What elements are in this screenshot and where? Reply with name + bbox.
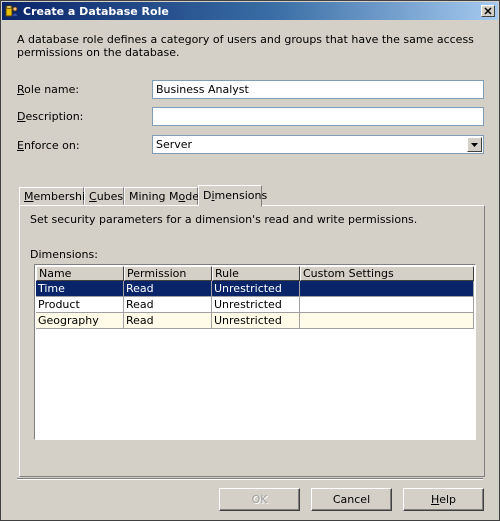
tab-mining-models[interactable]: Mining Models	[124, 187, 208, 205]
cell-custom-settings[interactable]	[300, 281, 474, 297]
database-role-icon	[5, 5, 19, 17]
table-row[interactable]: Time Read Unrestricted	[36, 281, 474, 297]
table-header: Name Permission Rule Custom Settings	[36, 266, 474, 281]
role-name-label: Role name:	[17, 83, 80, 96]
cell-custom-settings[interactable]	[300, 313, 474, 329]
description-input[interactable]	[152, 107, 484, 126]
window-title: Create a Database Role	[23, 4, 169, 18]
tab-membership[interactable]: Membership	[19, 187, 92, 205]
panel-description: Set security parameters for a dimension'…	[30, 213, 418, 226]
cell-custom-settings[interactable]	[300, 297, 474, 313]
cell-rule[interactable]: Unrestricted	[212, 297, 300, 313]
enforce-on-label: Enforce on:	[17, 139, 80, 152]
title-bar[interactable]: Create a Database Role	[2, 2, 498, 20]
enforce-on-value: Server	[156, 138, 193, 151]
tab-dimensions[interactable]: Dimensions	[198, 185, 267, 207]
cell-permission[interactable]: Read	[124, 281, 212, 297]
ok-button[interactable]: OK	[219, 488, 300, 511]
cell-permission[interactable]: Read	[124, 297, 212, 313]
button-separator	[17, 478, 483, 480]
enforce-on-select[interactable]: Server	[152, 135, 484, 154]
cell-name: Geography	[36, 313, 124, 329]
table-row[interactable]: Geography Read Unrestricted	[36, 313, 474, 329]
column-header-name[interactable]: Name	[36, 266, 124, 281]
close-icon[interactable]	[481, 5, 495, 17]
table-row[interactable]: Product Read Unrestricted	[36, 297, 474, 313]
intro-text: A database role defines a category of us…	[17, 33, 474, 59]
cell-name: Product	[36, 297, 124, 313]
column-header-rule[interactable]: Rule	[212, 266, 300, 281]
description-label: Description:	[17, 110, 84, 123]
dropdown-arrow-icon[interactable]	[467, 137, 482, 152]
cancel-button[interactable]: Cancel	[311, 488, 392, 511]
cell-rule[interactable]: Unrestricted	[212, 313, 300, 329]
tab-cubes[interactable]: Cubes	[84, 187, 124, 205]
dimensions-tab-panel: Set security parameters for a dimension'…	[19, 205, 485, 477]
cell-permission[interactable]: Read	[124, 313, 212, 329]
column-header-custom-settings[interactable]: Custom Settings	[300, 266, 474, 281]
role-name-input[interactable]: Business Analyst	[152, 80, 484, 99]
dialog-window: Create a Database Role A database role d…	[0, 0, 500, 521]
dimensions-list-label: Dimensions:	[30, 248, 98, 261]
column-header-permission[interactable]: Permission	[124, 266, 212, 281]
dimensions-table[interactable]: Name Permission Rule Custom Settings Tim…	[34, 264, 476, 440]
cell-rule[interactable]: Unrestricted	[212, 281, 300, 297]
help-button[interactable]: Help	[403, 488, 484, 511]
cell-name: Time	[36, 281, 124, 297]
